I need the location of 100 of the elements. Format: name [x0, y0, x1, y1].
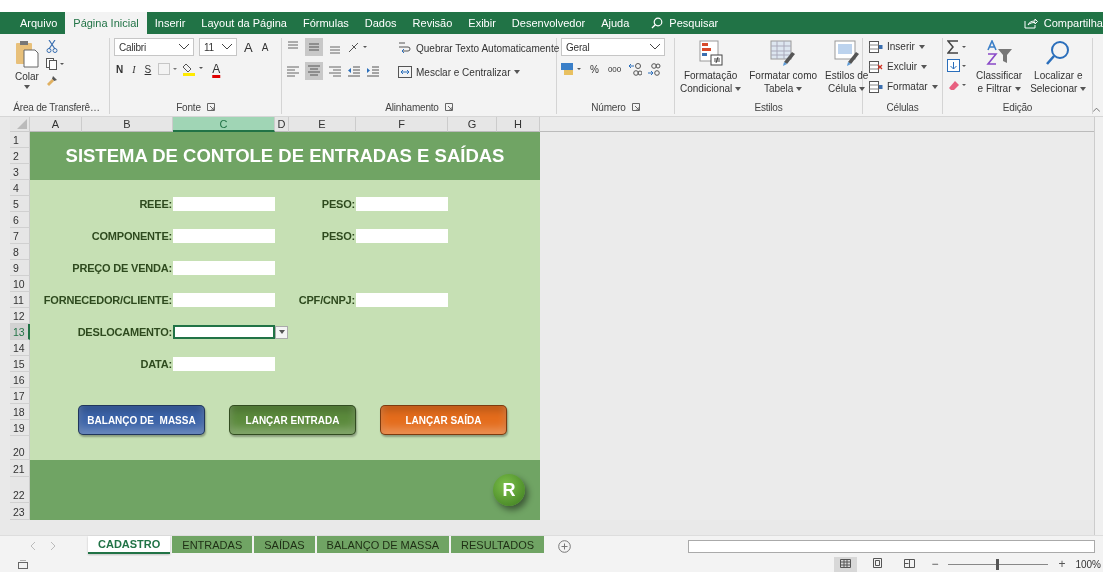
- column-header[interactable]: C: [173, 117, 275, 132]
- macro-record-icon[interactable]: [18, 559, 28, 569]
- percent-button[interactable]: %: [588, 63, 601, 75]
- normal-view-icon[interactable]: [840, 558, 852, 568]
- column-header[interactable]: D: [275, 117, 289, 132]
- ribbon-tab[interactable]: Layout da Página: [193, 12, 295, 34]
- sheet-tab[interactable]: ENTRADAS: [172, 536, 253, 553]
- input-field[interactable]: [173, 293, 275, 307]
- cells-button[interactable]: Excluir: [867, 58, 929, 75]
- row-header[interactable]: 12: [10, 308, 30, 324]
- row-header[interactable]: 13: [10, 324, 30, 340]
- align-left-icon[interactable]: [286, 64, 300, 78]
- align-right-icon[interactable]: [328, 64, 342, 78]
- column-header[interactable]: F: [356, 117, 448, 132]
- input-field[interactable]: [173, 261, 275, 275]
- ribbon-tab[interactable]: Ajuda: [593, 12, 638, 34]
- row-header[interactable]: 14: [10, 340, 30, 356]
- increase-decimal-icon[interactable]: [628, 62, 643, 76]
- find-select-button[interactable]: Localizar e Selecionar: [1029, 38, 1088, 97]
- cells-button[interactable]: Inserir: [867, 38, 927, 55]
- row-header[interactable]: 1: [10, 132, 30, 148]
- sort-filter-button[interactable]: Classificar e Filtrar: [975, 38, 1024, 97]
- input-field[interactable]: [356, 293, 448, 307]
- row-header[interactable]: 22: [10, 477, 30, 503]
- collapse-ribbon-icon[interactable]: [1093, 107, 1100, 112]
- row-header[interactable]: 18: [10, 404, 30, 420]
- row-header[interactable]: 3: [10, 164, 30, 180]
- launcher-icon[interactable]: [206, 103, 215, 111]
- row-header[interactable]: 6: [10, 212, 30, 228]
- row-header[interactable]: 21: [10, 460, 30, 477]
- row-header[interactable]: 16: [10, 372, 30, 388]
- row-header[interactable]: 10: [10, 276, 30, 292]
- row-header[interactable]: 2: [10, 148, 30, 164]
- zoom-in-button[interactable]: +: [1058, 557, 1066, 571]
- next-sheet-icon[interactable]: [50, 542, 56, 550]
- sheet-tab[interactable]: RESULTADOS: [451, 536, 545, 553]
- font-name-dropdown[interactable]: Calibri: [114, 38, 194, 56]
- row-header[interactable]: 9: [10, 260, 30, 276]
- row-header[interactable]: 23: [10, 503, 30, 520]
- align-middle-icon[interactable]: [305, 38, 323, 56]
- sheet-tab[interactable]: CADASTRO: [88, 536, 171, 554]
- ribbon-tab[interactable]: Dados: [356, 12, 405, 34]
- sum-icon[interactable]: [947, 40, 969, 54]
- macro-button[interactable]: LANÇAR ENTRADA: [229, 405, 356, 435]
- copy-icon[interactable]: [46, 58, 64, 70]
- grow-font-button[interactable]: A: [242, 39, 255, 55]
- ribbon-tab[interactable]: Exibir: [460, 12, 504, 34]
- paste-button[interactable]: Colar: [14, 38, 40, 91]
- number-format-dropdown[interactable]: Geral: [561, 38, 665, 56]
- search-button[interactable]: Pesquisar: [643, 12, 727, 34]
- add-sheet-icon[interactable]: [558, 539, 572, 553]
- input-field[interactable]: [356, 229, 448, 243]
- sheet-tab[interactable]: SAÍDAS: [254, 536, 315, 553]
- row-header[interactable]: 8: [10, 244, 30, 260]
- decrease-indent-icon[interactable]: [347, 64, 361, 78]
- fill-down-icon[interactable]: [947, 59, 969, 73]
- italic-button[interactable]: I: [130, 63, 138, 75]
- ribbon-tab[interactable]: Desenvolvedor: [503, 12, 594, 34]
- style-button[interactable]: Formatar como Tabela: [748, 38, 819, 97]
- decrease-decimal-icon[interactable]: [647, 62, 662, 76]
- row-header[interactable]: 7: [10, 228, 30, 244]
- row-header[interactable]: 15: [10, 356, 30, 372]
- ribbon-tab[interactable]: Arquivo: [12, 12, 66, 34]
- shrink-font-button[interactable]: A: [259, 41, 271, 53]
- fill-color-icon[interactable]: [183, 62, 206, 76]
- cells-button[interactable]: Formatar: [867, 78, 940, 95]
- row-header[interactable]: 20: [10, 436, 30, 460]
- ribbon-tab[interactable]: Revisão: [404, 12, 461, 34]
- font-color-button[interactable]: A: [210, 62, 223, 76]
- page-layout-icon[interactable]: [873, 558, 883, 568]
- style-button[interactable]: Formatação Condicional: [679, 38, 743, 97]
- row-header[interactable]: 17: [10, 388, 30, 404]
- zoom-out-button[interactable]: −: [931, 557, 939, 571]
- vertical-scrollbar[interactable]: [1094, 117, 1103, 535]
- launcher-icon[interactable]: [631, 103, 640, 111]
- column-header[interactable]: A: [30, 117, 82, 132]
- increase-indent-icon[interactable]: [366, 64, 380, 78]
- row-header[interactable]: 4: [10, 180, 30, 196]
- underline-button[interactable]: S: [142, 63, 154, 75]
- paintbrush-icon[interactable]: [46, 75, 58, 87]
- share-button[interactable]: Compartilha: [1015, 12, 1103, 34]
- ribbon-tab[interactable]: Fórmulas: [294, 12, 357, 34]
- horizontal-scrollbar[interactable]: [688, 539, 1095, 553]
- column-header[interactable]: H: [497, 117, 540, 132]
- merge-center-button[interactable]: Mesclar e Centralizar: [396, 62, 562, 82]
- input-field[interactable]: [356, 197, 448, 211]
- scissors-icon[interactable]: [46, 40, 58, 53]
- currency-icon[interactable]: [561, 62, 583, 76]
- ribbon-tab[interactable]: Página Inicial: [65, 12, 147, 34]
- row-header[interactable]: 19: [10, 420, 30, 436]
- dropdown-field[interactable]: [173, 325, 275, 339]
- input-field[interactable]: [173, 197, 275, 211]
- bold-button[interactable]: N: [114, 63, 126, 75]
- font-size-dropdown[interactable]: 11: [199, 38, 237, 56]
- sheet-tab[interactable]: BALANÇO DE MASSA: [316, 536, 450, 553]
- row-header[interactable]: 11: [10, 292, 30, 308]
- previous-sheet-icon[interactable]: [30, 542, 36, 550]
- select-all-icon[interactable]: [17, 119, 27, 129]
- align-center-icon[interactable]: [305, 62, 323, 80]
- wrap-text-button[interactable]: Quebrar Texto Automaticamente: [396, 38, 562, 58]
